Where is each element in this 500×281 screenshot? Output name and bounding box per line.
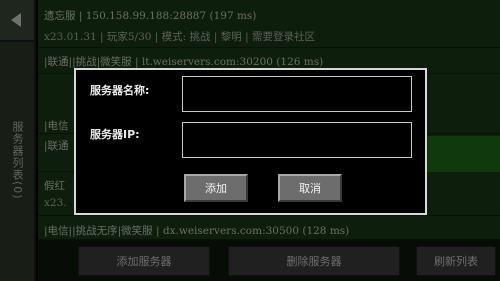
add-server-dialog: 服务器名称: 服务器IP: 添加 取消 bbox=[74, 68, 427, 215]
server-name-label: 服务器名称: bbox=[90, 84, 150, 97]
server-name-input[interactable] bbox=[182, 76, 412, 112]
add-button[interactable]: 添加 bbox=[183, 173, 249, 203]
server-ip-label: 服务器IP: bbox=[90, 128, 140, 141]
server-ip-input[interactable] bbox=[182, 122, 412, 158]
cancel-button[interactable]: 取消 bbox=[277, 173, 343, 203]
